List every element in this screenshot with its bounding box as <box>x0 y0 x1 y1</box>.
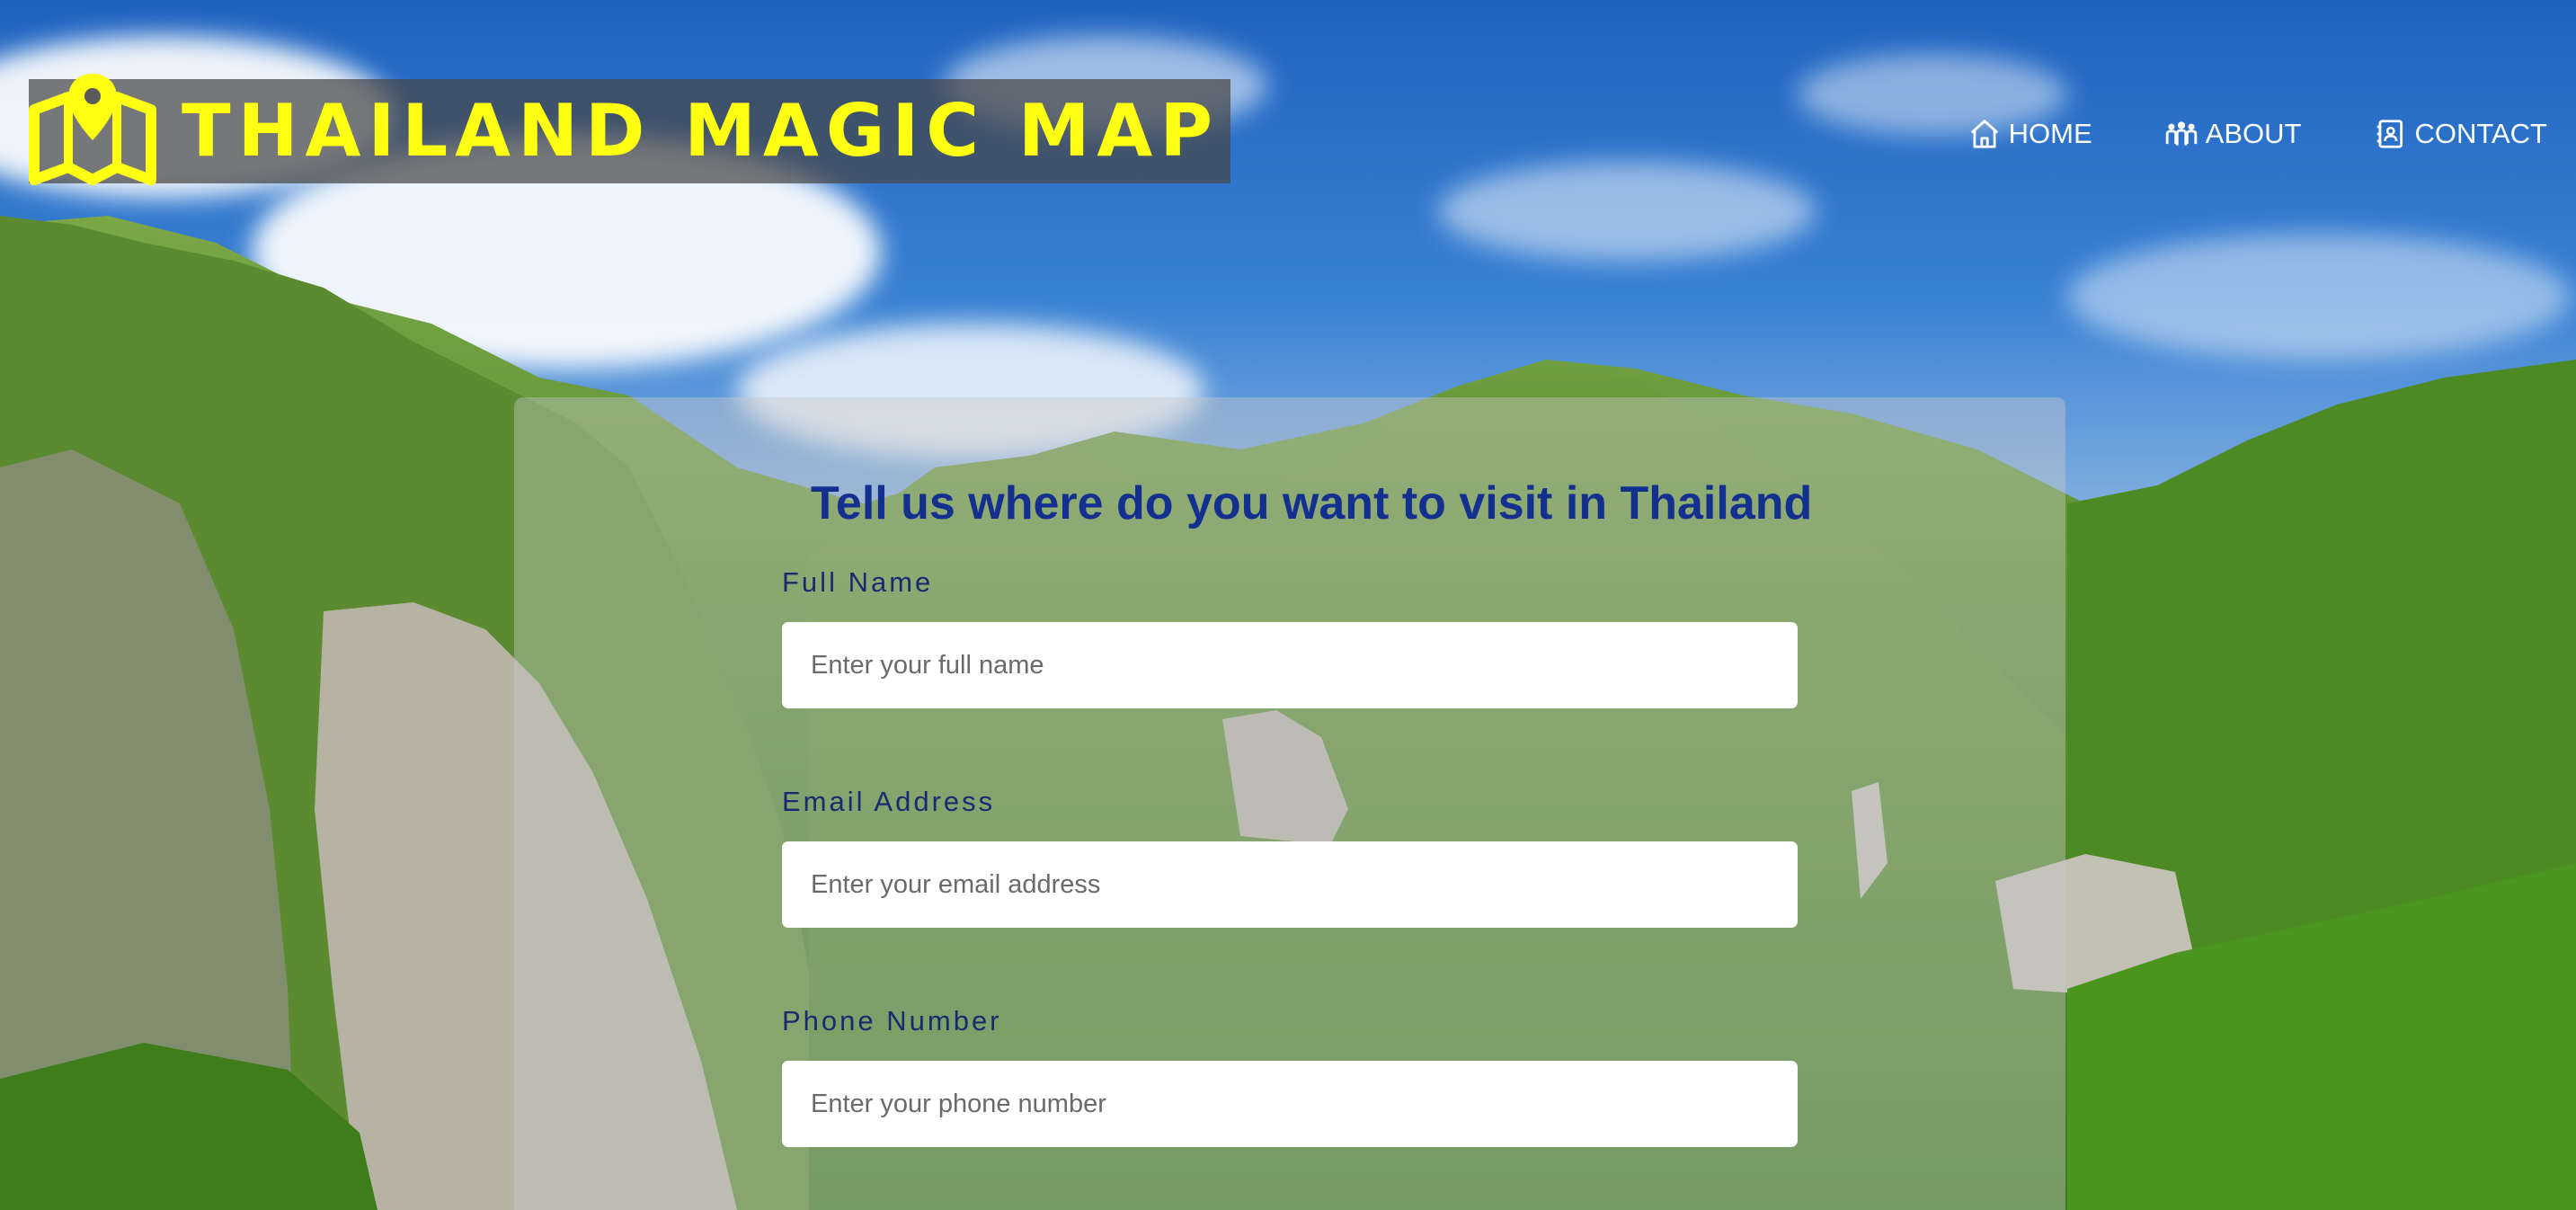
phone-number-label: Phone Number <box>782 1005 1002 1037</box>
nav-contact-label: CONTACT <box>2414 118 2547 149</box>
nav-about-label: ABOUT <box>2205 118 2302 149</box>
full-name-input[interactable] <box>782 622 1798 708</box>
home-icon <box>1970 120 1998 148</box>
site-logo[interactable]: THAILAND MAGIC MAP <box>29 74 1230 185</box>
main-nav: HOME ABOUT CONTACT <box>1968 117 2547 151</box>
nav-home-link[interactable]: HOME <box>1968 117 2092 151</box>
site-title: THAILAND MAGIC MAP <box>182 89 1220 173</box>
full-name-label: Full Name <box>782 566 934 598</box>
email-address-input[interactable] <box>782 841 1798 928</box>
contact-card-icon <box>2377 120 2403 148</box>
phone-number-input[interactable] <box>782 1061 1798 1147</box>
people-icon <box>2165 121 2197 146</box>
nav-about-link[interactable]: ABOUT <box>2164 117 2302 151</box>
nav-home-label: HOME <box>2008 118 2092 149</box>
form-title: Tell us where do you want to visit in Th… <box>811 477 1813 529</box>
map-pin-icon <box>29 74 156 185</box>
email-address-label: Email Address <box>782 786 996 817</box>
nav-contact-link[interactable]: CONTACT <box>2373 117 2547 151</box>
